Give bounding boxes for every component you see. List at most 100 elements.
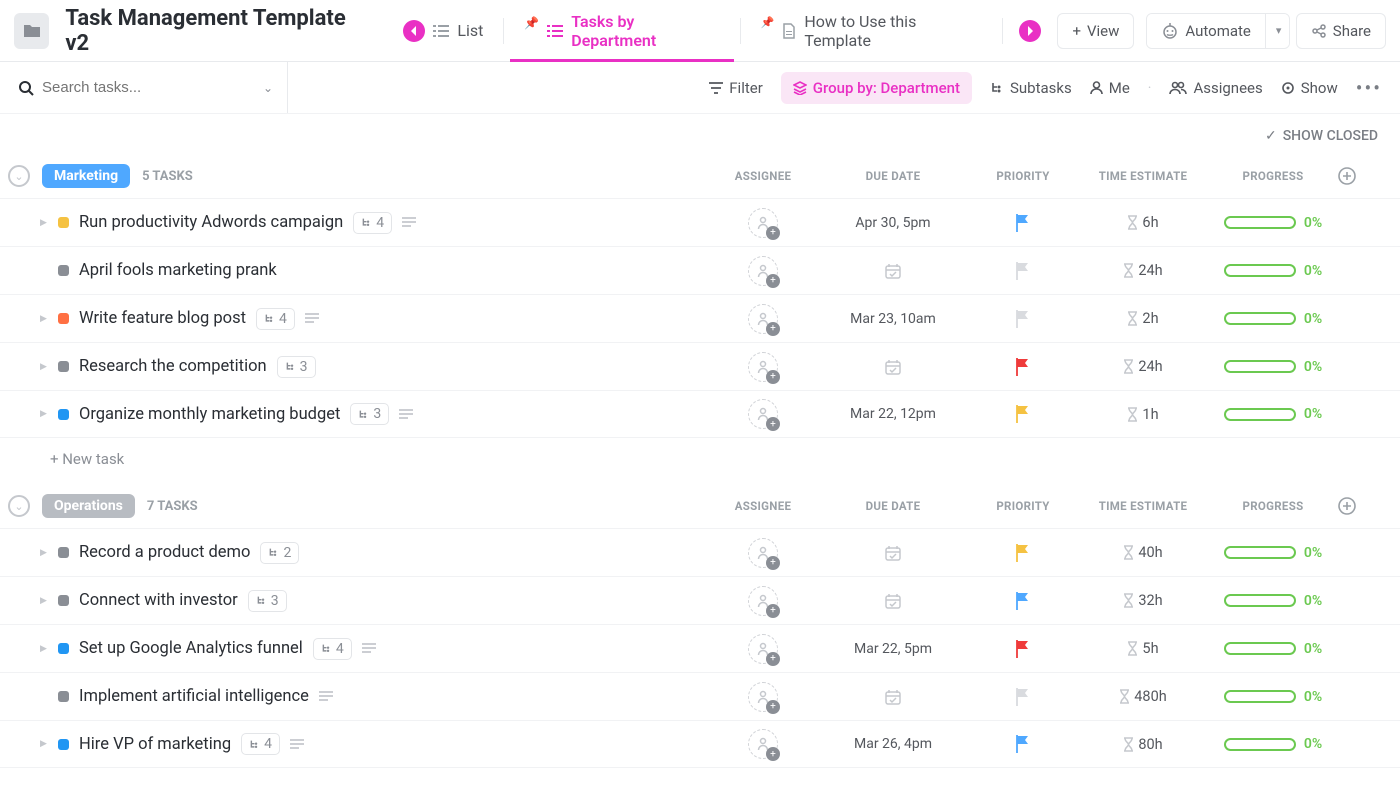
add-column-button[interactable] [1338,167,1378,185]
task-row[interactable]: ▶ Set up Google Analytics funnel 4 Mar 2… [0,624,1400,672]
subtask-badge[interactable]: 4 [313,638,352,660]
assignee-cell[interactable] [708,634,818,664]
subtask-badge[interactable]: 4 [353,212,392,234]
col-assignee[interactable]: ASSIGNEE [708,169,818,183]
description-icon[interactable] [290,739,304,750]
assignee-cell[interactable] [708,586,818,616]
due-date-cell[interactable]: Apr 30, 5pm [818,215,968,231]
col-priority[interactable]: PRIORITY [968,499,1078,513]
col-progress[interactable]: PROGRESS [1208,499,1338,513]
subtask-badge[interactable]: 3 [277,356,316,378]
task-row[interactable]: ▶ Run productivity Adwords campaign 4 Ap… [0,198,1400,246]
view-tab-tasks-by-department[interactable]: 📌 Tasks by Department [510,0,733,62]
due-date-cell[interactable]: Mar 22, 12pm [818,406,968,422]
time-estimate-cell[interactable]: 40h [1078,544,1208,561]
task-name[interactable]: Organize monthly marketing budget [79,405,340,424]
priority-cell[interactable] [968,688,1078,706]
assignee-cell[interactable] [708,304,818,334]
description-icon[interactable] [305,313,319,324]
task-row[interactable]: ▶ Research the competition 3 [0,342,1400,390]
due-date-cell[interactable] [818,544,968,562]
expand-icon[interactable]: ▶ [40,409,54,419]
status-square[interactable] [58,313,69,324]
assignee-cell[interactable] [708,352,818,382]
status-square[interactable] [58,547,69,558]
col-due[interactable]: DUE DATE [818,169,968,183]
due-date-cell[interactable]: Mar 22, 5pm [818,641,968,657]
add-column-button[interactable] [1338,497,1378,515]
more-menu[interactable]: ••• [1356,76,1382,100]
status-square[interactable] [58,595,69,606]
subtasks-button[interactable]: Subtasks [990,79,1072,97]
collapse-toggle[interactable]: ⌄ [8,495,30,517]
task-name[interactable]: Hire VP of marketing [79,735,231,754]
progress-cell[interactable]: 0% [1208,593,1338,609]
priority-cell[interactable] [968,310,1078,328]
collapse-toggle[interactable]: ⌄ [8,165,30,187]
assignee-cell[interactable] [708,682,818,712]
assignee-cell[interactable] [708,729,818,759]
col-progress[interactable]: PROGRESS [1208,169,1338,183]
progress-cell[interactable]: 0% [1208,359,1338,375]
due-date-cell[interactable] [818,358,968,376]
view-tab-how-to-use[interactable]: 📌 How to Use this Template [747,0,997,62]
task-row[interactable]: ▶ Record a product demo 2 [0,528,1400,576]
new-task-button[interactable]: + New task [0,438,1400,474]
expand-icon[interactable]: ▶ [40,596,54,606]
progress-cell[interactable]: 0% [1208,641,1338,657]
group-name-badge[interactable]: Operations [42,494,135,518]
time-estimate-cell[interactable]: 480h [1078,688,1208,705]
due-date-cell[interactable]: Mar 26, 4pm [818,736,968,752]
description-icon[interactable] [319,691,333,702]
progress-cell[interactable]: 0% [1208,215,1338,231]
time-estimate-cell[interactable]: 6h [1078,214,1208,231]
automate-button[interactable]: Automate [1147,14,1264,48]
priority-cell[interactable] [968,544,1078,562]
task-name[interactable]: Record a product demo [79,543,250,562]
group-name-badge[interactable]: Marketing [42,164,130,188]
status-square[interactable] [58,361,69,372]
task-name[interactable]: Write feature blog post [79,309,246,328]
priority-cell[interactable] [968,262,1078,280]
filter-button[interactable]: Filter [709,79,763,97]
assignee-cell[interactable] [708,538,818,568]
priority-cell[interactable] [968,214,1078,232]
priority-cell[interactable] [968,358,1078,376]
assignee-cell[interactable] [708,256,818,286]
description-icon[interactable] [402,217,416,228]
col-time[interactable]: TIME ESTIMATE [1078,499,1208,513]
subtask-badge[interactable]: 3 [350,403,389,425]
time-estimate-cell[interactable]: 80h [1078,736,1208,753]
show-closed-toggle[interactable]: ✓ SHOW CLOSED [0,114,1400,144]
groupby-button[interactable]: Group by: Department [781,72,972,104]
progress-cell[interactable]: 0% [1208,311,1338,327]
expand-icon[interactable]: ▶ [40,644,54,654]
chevron-down-icon[interactable]: ⌄ [263,81,273,95]
due-date-cell[interactable] [818,592,968,610]
due-date-cell[interactable]: Mar 23, 10am [818,311,968,327]
status-square[interactable] [58,217,69,228]
status-square[interactable] [58,739,69,750]
assignee-cell[interactable] [708,399,818,429]
me-button[interactable]: Me [1090,79,1130,97]
task-name[interactable]: Set up Google Analytics funnel [79,639,303,658]
subtask-badge[interactable]: 4 [256,308,295,330]
time-estimate-cell[interactable]: 5h [1078,640,1208,657]
expand-icon[interactable]: ▶ [40,218,54,228]
task-name[interactable]: Connect with investor [79,591,238,610]
progress-cell[interactable]: 0% [1208,406,1338,422]
search-input[interactable] [42,79,242,96]
expand-icon[interactable]: ▶ [40,739,54,749]
task-row[interactable]: ▶ Implement artificial intelligence [0,672,1400,720]
task-row[interactable]: ▶ Connect with investor 3 [0,576,1400,624]
expand-icon[interactable]: ▶ [40,548,54,558]
task-row[interactable]: ▶ Organize monthly marketing budget 3 Ma… [0,390,1400,438]
col-due[interactable]: DUE DATE [818,499,968,513]
view-tab-next[interactable] [1009,0,1051,62]
progress-cell[interactable]: 0% [1208,545,1338,561]
task-name[interactable]: Run productivity Adwords campaign [79,213,343,232]
subtask-badge[interactable]: 4 [241,733,280,755]
add-view-button[interactable]: + View [1057,13,1134,49]
time-estimate-cell[interactable]: 1h [1078,406,1208,423]
progress-cell[interactable]: 0% [1208,689,1338,705]
